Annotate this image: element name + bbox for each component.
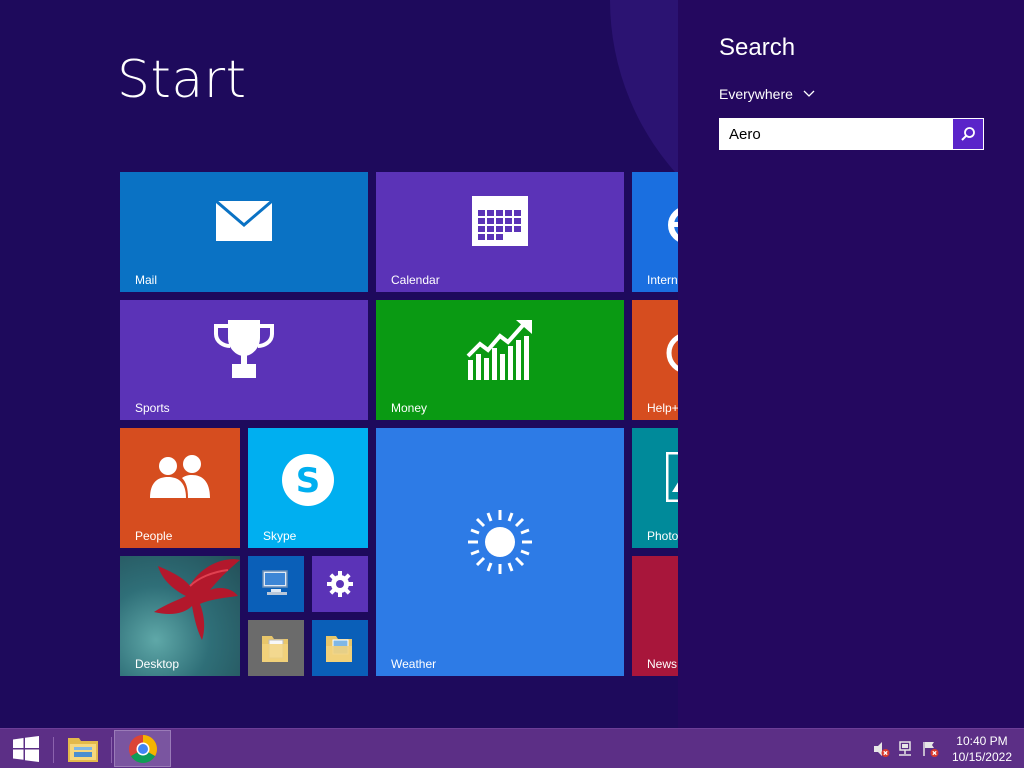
tile-help-tips[interactable]: Help+ <box>632 300 678 420</box>
tile-label: Weather <box>391 657 437 671</box>
search-box <box>719 118 984 150</box>
search-button[interactable] <box>953 119 983 149</box>
calendar-icon <box>472 196 528 246</box>
start-title: Start <box>117 50 247 110</box>
tile-label: Desktop <box>135 657 180 671</box>
sun-icon <box>468 510 532 574</box>
action-center-flag-icon[interactable] <box>921 740 939 758</box>
tile-pc-settings[interactable] <box>312 556 368 612</box>
search-title: Search <box>719 34 796 61</box>
search-input[interactable] <box>720 119 953 149</box>
tile-label: Sports <box>135 401 170 415</box>
svg-text:S: S <box>296 461 321 501</box>
search-icon <box>961 127 975 141</box>
volume-muted-icon[interactable] <box>872 740 890 758</box>
internet-explorer-icon <box>668 208 678 242</box>
taskbar-chrome[interactable] <box>114 730 171 767</box>
tile-skype[interactable]: S Skype <box>248 428 368 548</box>
tile-label: Photo <box>647 529 678 543</box>
tile-documents[interactable] <box>248 620 304 676</box>
search-pane: Search Everywhere <box>678 0 1024 728</box>
tile-pictures[interactable] <box>312 620 368 676</box>
chart-trend-icon <box>466 320 532 380</box>
tile-money[interactable]: Money <box>376 300 624 420</box>
clock-date: 10/15/2022 <box>951 750 1012 764</box>
tile-label: Intern <box>647 273 678 287</box>
people-icon <box>150 455 210 498</box>
chrome-icon <box>128 734 157 763</box>
gear-icon <box>327 571 353 597</box>
documents-folder-icon <box>262 636 288 662</box>
tile-label: News <box>647 657 678 671</box>
tile-label: Skype <box>263 529 297 543</box>
tile-sports[interactable]: Sports <box>120 300 368 420</box>
taskbar-file-explorer[interactable] <box>54 730 111 767</box>
tile-internet-explorer[interactable]: Intern <box>632 172 678 292</box>
pictures-folder-icon <box>326 636 352 662</box>
tile-photos[interactable]: Photo <box>632 428 678 548</box>
search-scope-dropdown[interactable]: Everywhere <box>719 86 815 102</box>
windows-logo-icon <box>13 736 39 762</box>
skype-icon: S <box>282 454 334 506</box>
mail-icon <box>216 201 272 241</box>
file-explorer-icon <box>67 737 98 762</box>
tile-desktop[interactable]: Desktop <box>120 556 240 676</box>
search-scope-label: Everywhere <box>719 86 793 102</box>
tile-label: People <box>135 529 173 543</box>
help-icon <box>666 334 678 372</box>
network-icon[interactable] <box>897 740 915 758</box>
tile-weather[interactable]: Weather <box>376 428 624 676</box>
tile-label: Money <box>391 401 428 415</box>
tile-people[interactable]: People <box>120 428 240 548</box>
tile-label: Help+ <box>647 401 678 415</box>
computer-icon <box>262 570 288 595</box>
taskbar-clock[interactable]: 10:40 PM 10/15/2022 <box>952 733 1012 765</box>
taskbar: 10:40 PM 10/15/2022 <box>0 728 1024 768</box>
start-screen: Start Mail Calendar Intern Sports Money … <box>0 0 678 728</box>
tile-label: Calendar <box>391 273 440 287</box>
photos-icon <box>666 452 678 502</box>
trophy-icon <box>214 320 274 378</box>
tile-label: Mail <box>135 273 158 287</box>
desktop-wallpaper-image <box>154 559 240 640</box>
start-button[interactable] <box>6 733 46 765</box>
tile-mail[interactable]: Mail <box>120 172 368 292</box>
chevron-down-icon <box>803 90 815 97</box>
tile-this-pc[interactable] <box>248 556 304 612</box>
tile-calendar[interactable]: Calendar <box>376 172 624 292</box>
taskbar-separator <box>111 737 112 763</box>
tile-news[interactable]: News <box>632 556 678 676</box>
clock-time: 10:40 PM <box>956 734 1008 748</box>
